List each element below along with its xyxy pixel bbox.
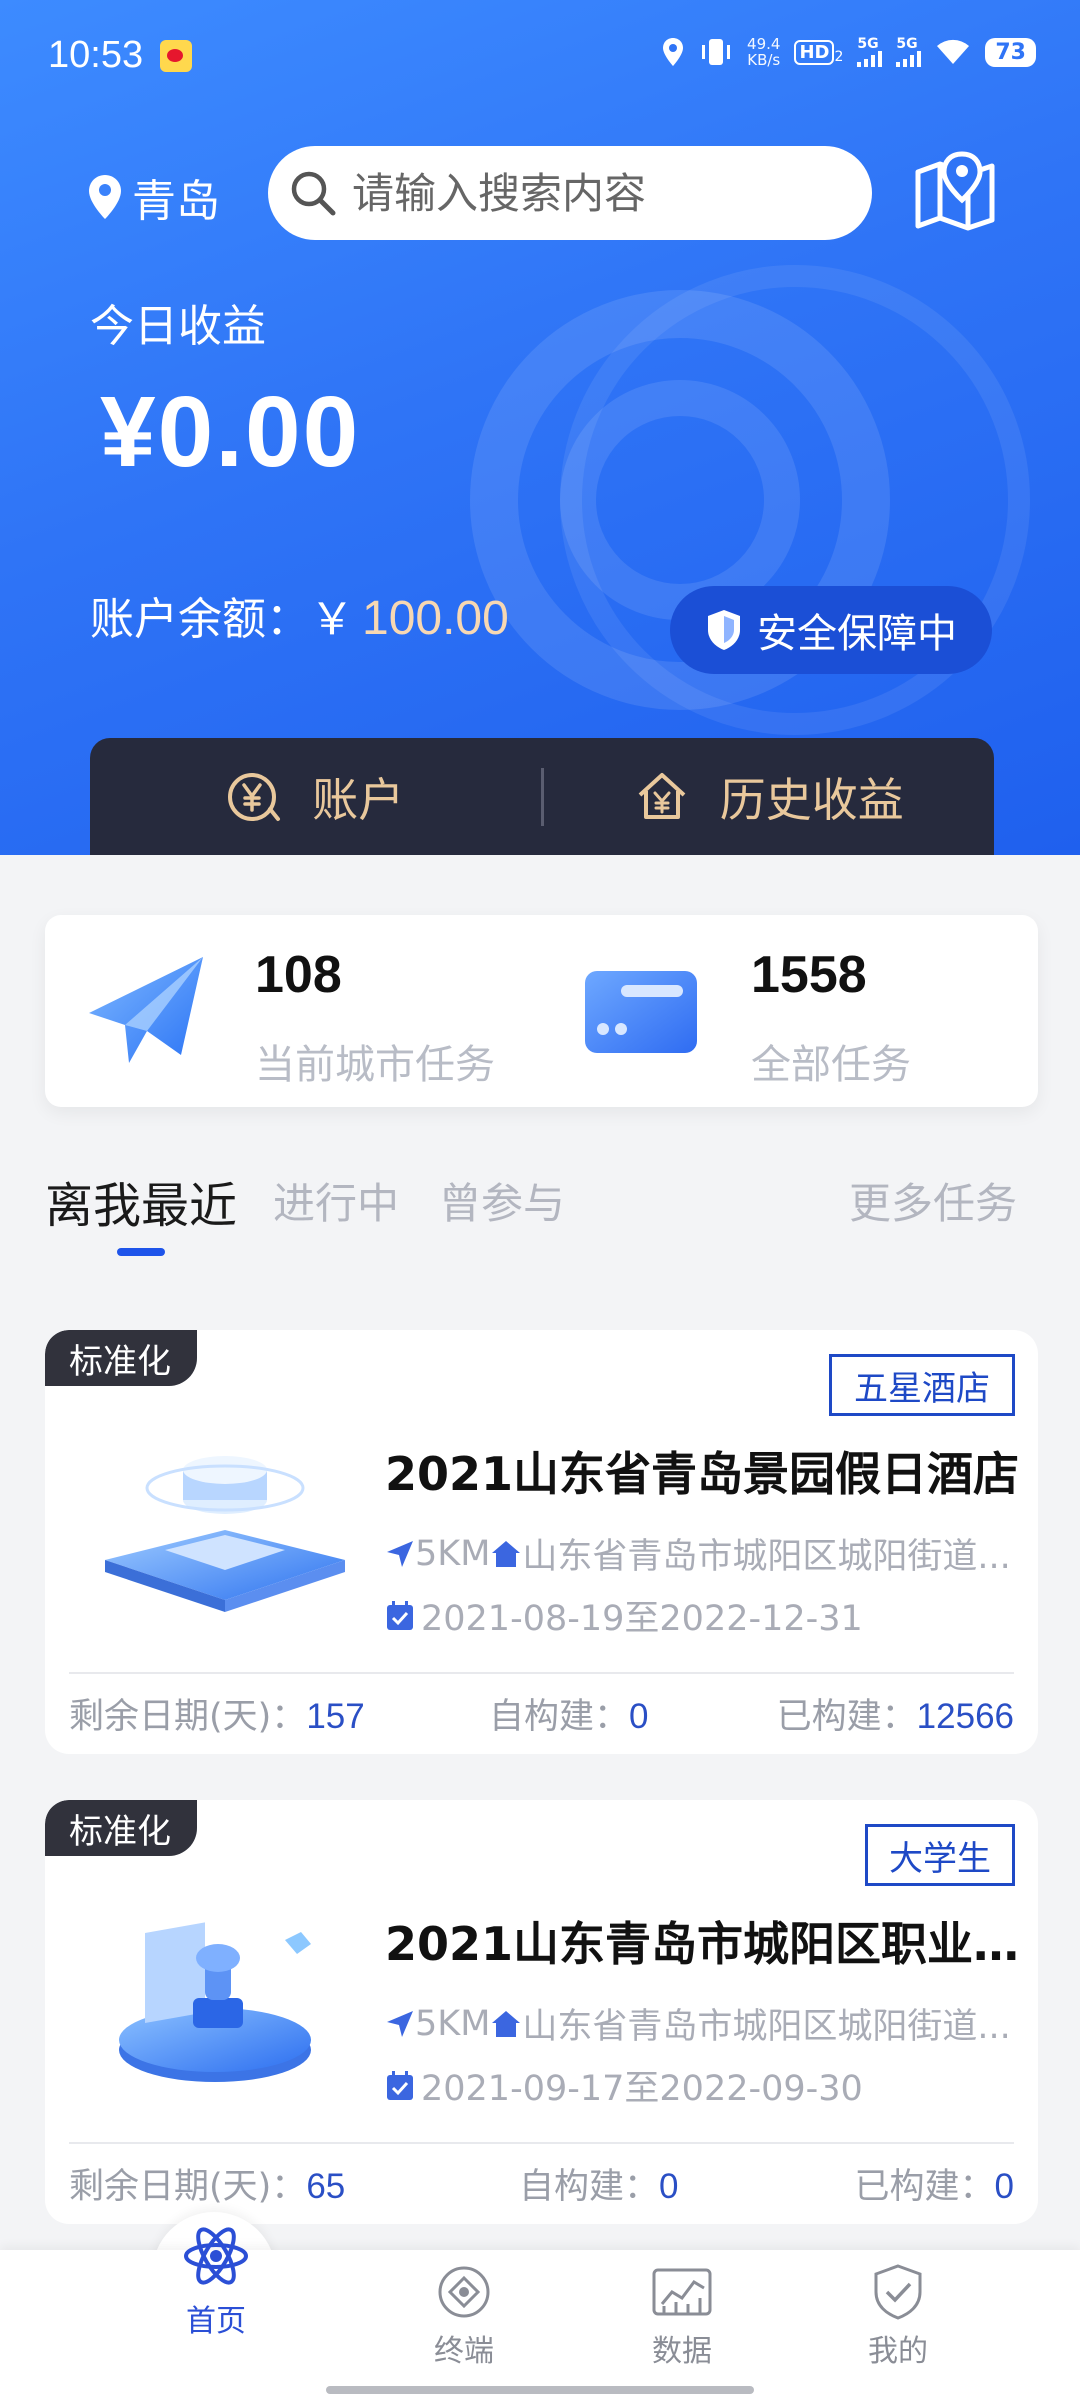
all-tasks-label: 全部任务 (751, 1042, 911, 1088)
data-chart-icon (652, 2268, 712, 2316)
task-dates: 2021-08-19至2022-12-31 (421, 1599, 863, 1639)
status-icons: 49.4 KB/s HD 2 5G 5G 73 (661, 28, 1036, 76)
standard-badge: 标准化 (45, 1330, 197, 1386)
navigation-arrow-icon (387, 2010, 413, 2037)
task-stats-row: 剩余日期(天)：65 自构建：0 已构建：0 (69, 2152, 1014, 2212)
shield-icon (708, 610, 740, 650)
account-label: 账户 (312, 772, 405, 827)
task-stats-row: 剩余日期(天)：157 自构建：0 已构建：12566 (69, 1682, 1014, 1742)
task-card[interactable]: 标准化 大学生 2021山东青岛市城阳区职业技术学院 5KM 山东省青岛市城阳区… (45, 1800, 1038, 2224)
nav-mine[interactable]: 我的 (818, 2262, 978, 2370)
all-tasks-count: 1558 (751, 946, 867, 1004)
hotel-illustration-icon (105, 1456, 345, 1612)
task-tabs: 离我最近 进行中 曾参与 更多任务 (45, 1170, 1038, 1260)
hd-indicator: HD 2 (794, 39, 843, 65)
task-card[interactable]: 标准化 五星酒店 2021山东省青岛景园假日酒店 5KM 山东省青岛市城阳区城阳… (45, 1330, 1038, 1754)
all-tasks-stat[interactable]: 1558 全部任务 (541, 915, 1038, 1107)
standard-badge: 标准化 (45, 1800, 197, 1856)
task-title: 2021山东青岛市城阳区职业技术学院 (385, 1917, 1025, 1971)
task-title: 2021山东省青岛景园假日酒店 (385, 1447, 1020, 1501)
divider (69, 1672, 1014, 1674)
navigation-arrow-icon (387, 1540, 413, 1567)
home-icon (492, 1540, 521, 1567)
nav-home-label: 首页 (186, 2304, 246, 2339)
self-built: 自构建：0 (519, 2167, 679, 2207)
task-location: 5KM 山东省青岛市城阳区城阳街道... (385, 1998, 1025, 2049)
city-tasks-count: 108 (255, 946, 342, 1004)
search-bar[interactable] (268, 146, 872, 240)
stamp-illustration-icon (119, 1922, 311, 2082)
divider (69, 2142, 1014, 2144)
remaining-days: 剩余日期(天)：157 (69, 1697, 365, 1737)
city-name: 青岛 (132, 176, 220, 227)
nav-mine-label: 我的 (868, 2334, 928, 2369)
balance-value: 100.00 (362, 592, 509, 645)
tab-joined[interactable]: 曾参与 (439, 1170, 565, 1231)
search-input[interactable] (352, 168, 852, 218)
yuan-coin-icon (228, 772, 281, 821)
status-time: 10:53 (48, 34, 144, 76)
security-label: 安全保障中 (757, 611, 957, 657)
nav-home[interactable]: 首页 (136, 2220, 296, 2340)
remaining-days: 剩余日期(天)：65 (69, 2167, 346, 2207)
security-badge[interactable]: 安全保障中 (670, 586, 992, 674)
task-distance: 5KM (415, 1533, 491, 1574)
city-selector[interactable]: 青岛 (88, 165, 220, 229)
signal-5g-2: 5G (896, 37, 922, 67)
status-bar: 10:53 49.4 KB/s HD 2 5G 5G 73 (0, 0, 1080, 95)
nav-terminal-label: 终端 (434, 2334, 494, 2369)
balance-label: 账户余额：￥ (90, 594, 354, 645)
account-bar: 账户 历史收益 (90, 738, 994, 855)
task-type-badge: 五星酒店 (829, 1354, 1015, 1416)
paper-plane-icon (89, 957, 203, 1063)
card-icon (585, 971, 697, 1053)
nav-data[interactable]: 数据 (602, 2262, 762, 2370)
account-button[interactable]: 账户 (90, 738, 541, 855)
built-count: 已构建：12566 (776, 1697, 1014, 1737)
map-icon[interactable] (912, 150, 998, 236)
terminal-icon (438, 2266, 490, 2318)
atom-home-icon (184, 2227, 248, 2285)
city-tasks-label: 当前城市任务 (255, 1042, 495, 1088)
signal-5g-1: 5G (857, 37, 883, 67)
tab-in-progress[interactable]: 进行中 (273, 1170, 399, 1231)
task-address: 山东省青岛市城阳区城阳街道... (522, 1537, 1011, 1577)
bottom-nav: 首页 终端 数据 我的 (0, 2227, 1080, 2400)
account-balance: 账户余额：￥ 100.00 (90, 583, 509, 647)
task-stats-card: 108 当前城市任务 1558 全部任务 (45, 915, 1038, 1107)
today-earnings-label: 今日收益 (90, 301, 266, 352)
wifi-icon (937, 39, 970, 64)
home-icon (492, 2010, 521, 2037)
nav-data-label: 数据 (652, 2334, 712, 2369)
task-date-range: 2021-09-17至2022-09-30 (385, 2060, 863, 2111)
self-built: 自构建：0 (489, 1697, 649, 1737)
task-address: 山东省青岛市城阳区城阳街道... (522, 2007, 1011, 2047)
battery-indicator: 73 (985, 37, 1036, 67)
task-type-badge: 大学生 (865, 1824, 1015, 1886)
shield-check-icon (874, 2264, 922, 2320)
house-yuan-icon (638, 772, 686, 819)
task-dates: 2021-09-17至2022-09-30 (421, 2069, 863, 2109)
weibo-notification-icon (160, 40, 192, 72)
task-date-range: 2021-08-19至2022-12-31 (385, 1590, 863, 1641)
task-distance: 5KM (415, 2003, 491, 2044)
built-count: 已构建：0 (854, 2167, 1014, 2207)
location-status-icon (663, 38, 684, 66)
calendar-check-icon (387, 1600, 413, 1630)
tab-nearest[interactable]: 离我最近 (45, 1166, 237, 1236)
history-earnings-button[interactable]: 历史收益 (544, 738, 995, 855)
active-tab-indicator (117, 1248, 165, 1256)
city-tasks-stat[interactable]: 108 当前城市任务 (45, 915, 541, 1107)
nav-terminal[interactable]: 终端 (384, 2262, 544, 2370)
vibrate-icon (702, 39, 731, 65)
today-earnings-value: ¥0.00 (100, 376, 361, 488)
network-speed: 49.4 KB/s (747, 35, 781, 69)
calendar-check-icon (387, 2070, 413, 2100)
task-location: 5KM 山东省青岛市城阳区城阳街道... (385, 1528, 1025, 1579)
location-pin-icon (89, 175, 121, 219)
history-earnings-label: 历史收益 (719, 772, 904, 827)
search-icon (291, 171, 336, 216)
gesture-home-bar[interactable] (326, 2386, 754, 2394)
more-tasks-link[interactable]: 更多任务 (849, 1170, 1017, 1231)
